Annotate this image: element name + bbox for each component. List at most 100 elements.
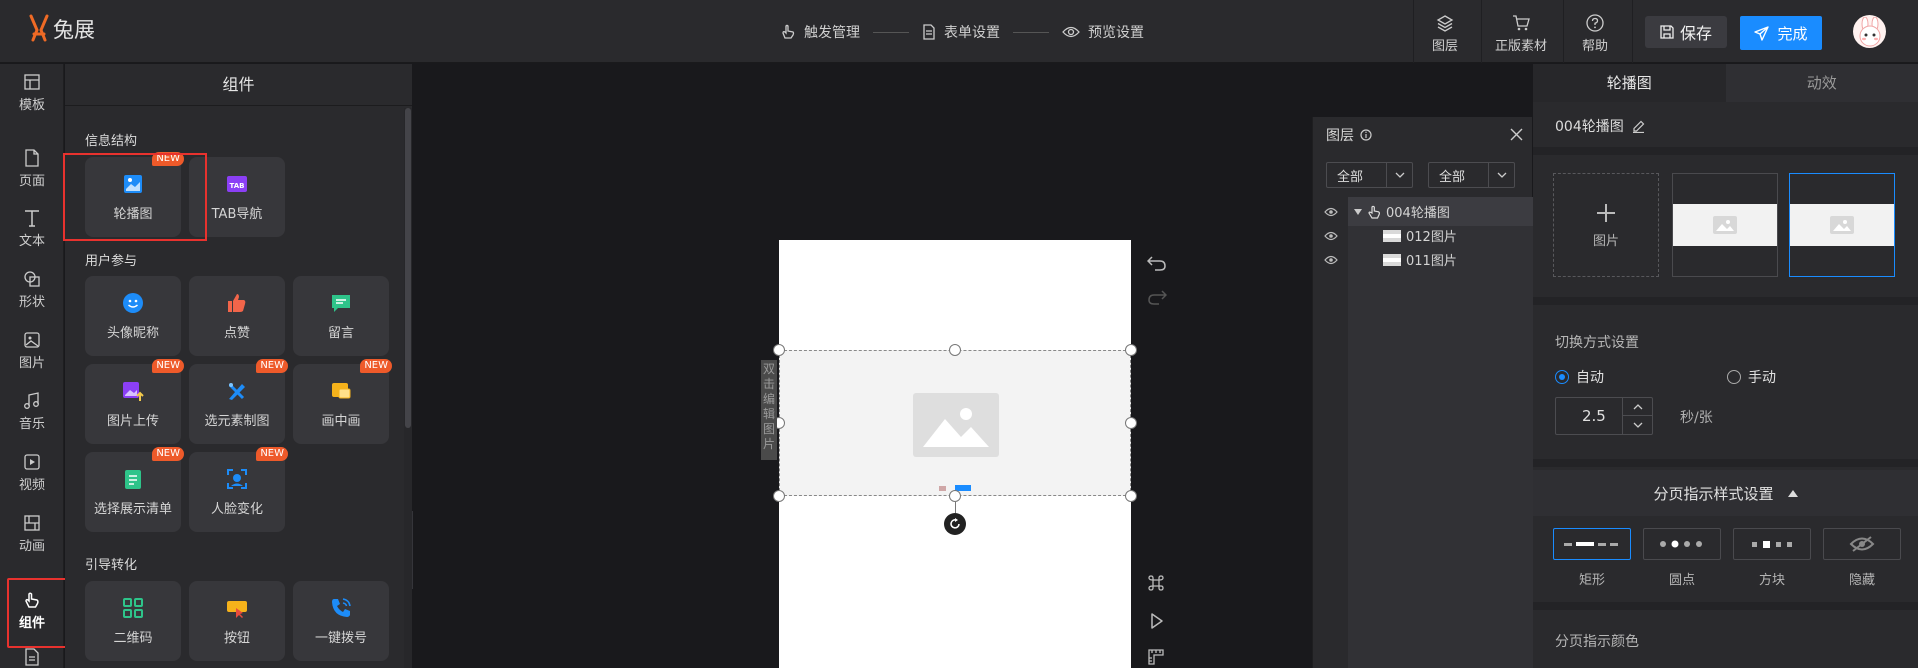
- visibility-eye-icon[interactable]: [1324, 231, 1338, 241]
- component-picture-in-picture[interactable]: 画中画 NEW: [293, 359, 392, 444]
- step-label: 预览设置: [1088, 25, 1144, 41]
- component-label: TAB导航: [211, 207, 263, 222]
- rectangle-indicator-icon: [1564, 542, 1618, 546]
- radio-auto[interactable]: 自动: [1555, 367, 1604, 387]
- step-form-settings[interactable]: 表单设置: [922, 20, 1000, 44]
- save-icon: [1660, 25, 1674, 39]
- component-button[interactable]: 按钮: [189, 581, 285, 661]
- brand-logo[interactable]: 兔展: [27, 14, 95, 44]
- rail-item-image[interactable]: 图片: [0, 331, 64, 371]
- component-label: 图片上传: [106, 414, 159, 429]
- layers-button[interactable]: 图层: [1414, 14, 1476, 54]
- decrement-button[interactable]: [1622, 416, 1652, 434]
- resize-handle-bottom-left[interactable]: [773, 490, 785, 502]
- resize-handle-top-left[interactable]: [773, 344, 785, 356]
- rail-item-template[interactable]: 模板: [0, 73, 64, 113]
- licensed-assets-button[interactable]: 正版素材: [1490, 14, 1552, 54]
- component-label: 头像昵称: [106, 326, 159, 341]
- rail-item-text[interactable]: 文本: [0, 209, 64, 249]
- resize-handle-right[interactable]: [1125, 417, 1137, 429]
- step-separator: [1013, 31, 1049, 33]
- squares-indicator-icon: [1752, 541, 1792, 548]
- component-image-upload[interactable]: 图片上传 NEW: [85, 359, 184, 444]
- step-trigger-management[interactable]: 触发管理: [780, 20, 860, 44]
- tab-animation[interactable]: 动效: [1725, 64, 1918, 102]
- pager-style-dots[interactable]: [1643, 528, 1721, 560]
- top-bar: 兔展 触发管理 表单设置 预览设置 图层 正版素材 帮助 保存 完成: [0, 0, 1918, 63]
- add-image-slot[interactable]: 图片: [1553, 173, 1659, 277]
- step-label: 表单设置: [944, 25, 1000, 41]
- component-element-draw[interactable]: 选元素制图 NEW: [189, 359, 288, 444]
- scrollbar-thumb[interactable]: [405, 108, 411, 428]
- increment-button[interactable]: [1622, 398, 1652, 416]
- rail-item-video[interactable]: 视频: [0, 453, 64, 493]
- resize-handle-bottom[interactable]: [949, 490, 961, 502]
- double-click-edit-tip: 双 击 编 辑 图 片: [761, 360, 777, 460]
- command-shortcut-icon[interactable]: [1147, 574, 1165, 592]
- pager-style-section-header[interactable]: 分页指示样式设置: [1533, 470, 1918, 516]
- close-icon[interactable]: [1510, 128, 1523, 141]
- section-divider: [1533, 297, 1918, 305]
- done-button[interactable]: 完成: [1740, 16, 1822, 50]
- save-button[interactable]: 保存: [1645, 16, 1727, 48]
- component-message[interactable]: 留言: [293, 276, 389, 356]
- pager-style-squares[interactable]: [1733, 528, 1811, 560]
- help-label: 帮助: [1581, 39, 1608, 54]
- component-carousel[interactable]: 轮播图 NEW: [85, 152, 184, 237]
- panel-scrollbar[interactable]: [404, 108, 412, 668]
- tab-carousel[interactable]: 轮播图: [1533, 64, 1726, 102]
- section-divider: [1533, 602, 1918, 610]
- rail-item-page[interactable]: 页面: [0, 149, 64, 189]
- document-icon: [923, 24, 935, 40]
- rail-item-more[interactable]: [0, 648, 64, 666]
- properties-tabs: 轮播图 动效: [1533, 64, 1918, 102]
- layer-filter-type[interactable]: 全部: [1326, 162, 1413, 188]
- component-one-click-dial[interactable]: 一键拨号: [293, 581, 389, 661]
- component-like[interactable]: 点赞: [189, 276, 285, 356]
- component-avatar-nickname[interactable]: 头像昵称: [85, 276, 181, 356]
- pager-style-hidden[interactable]: [1823, 528, 1901, 560]
- step-preview-settings[interactable]: 预览设置: [1062, 20, 1144, 44]
- resize-handle-top[interactable]: [949, 344, 961, 356]
- interval-stepper[interactable]: 2.5: [1555, 397, 1653, 435]
- ruler-icon[interactable]: [1147, 648, 1165, 666]
- component-label: 人脸变化: [210, 502, 263, 517]
- carousel-image-slot-1[interactable]: [1672, 173, 1778, 277]
- info-icon[interactable]: [1360, 129, 1372, 141]
- play-preview-icon[interactable]: [1147, 612, 1165, 630]
- resize-handle-top-right[interactable]: [1125, 344, 1137, 356]
- visibility-eye-icon[interactable]: [1324, 255, 1338, 265]
- caret-down-icon[interactable]: [1354, 208, 1362, 215]
- rotate-button[interactable]: [944, 513, 966, 535]
- button-icon: [227, 601, 247, 618]
- component-checklist[interactable]: 选择展示清单 NEW: [85, 447, 184, 532]
- resize-handle-bottom-right[interactable]: [1125, 490, 1137, 502]
- edit-pencil-icon[interactable]: [1632, 120, 1645, 133]
- save-label: 保存: [1679, 24, 1712, 43]
- radio-manual[interactable]: 手动: [1727, 367, 1776, 387]
- layer-row-image-011[interactable]: 011图片: [1348, 245, 1533, 274]
- rail-item-shape[interactable]: 形状: [0, 270, 64, 310]
- component-tab-nav[interactable]: TAB TAB导航: [189, 157, 285, 237]
- pager-style-rectangle[interactable]: [1553, 528, 1631, 560]
- rail-item-music[interactable]: 音乐: [0, 392, 64, 432]
- rabbit-logo-icon: [29, 14, 49, 42]
- left-rail: 模板 页面 文本 形状 图片 音乐 视频 动画 组件: [0, 64, 64, 668]
- pager-style-label: 圆点: [1668, 573, 1695, 588]
- component-qrcode[interactable]: 二维码: [85, 581, 181, 661]
- undo-icon[interactable]: [1147, 255, 1167, 271]
- layer-filter-visibility[interactable]: 全部: [1428, 162, 1515, 188]
- carousel-image-slot-2[interactable]: [1789, 173, 1895, 277]
- picture-in-picture-icon: [332, 383, 351, 399]
- redo-icon[interactable]: [1147, 289, 1167, 305]
- dots-indicator-icon: [1660, 540, 1702, 548]
- visibility-eye-icon[interactable]: [1324, 207, 1338, 217]
- component-face-change[interactable]: 人脸变化 NEW: [189, 447, 288, 532]
- component-layer-icon: [1368, 205, 1380, 219]
- animation-icon: [24, 515, 40, 531]
- component-label: 画中画: [321, 414, 361, 429]
- rail-item-animation[interactable]: 动画: [0, 514, 64, 554]
- rail-item-component[interactable]: 组件: [0, 591, 64, 631]
- user-avatar[interactable]: [1853, 15, 1886, 48]
- help-button[interactable]: 帮助: [1564, 14, 1626, 54]
